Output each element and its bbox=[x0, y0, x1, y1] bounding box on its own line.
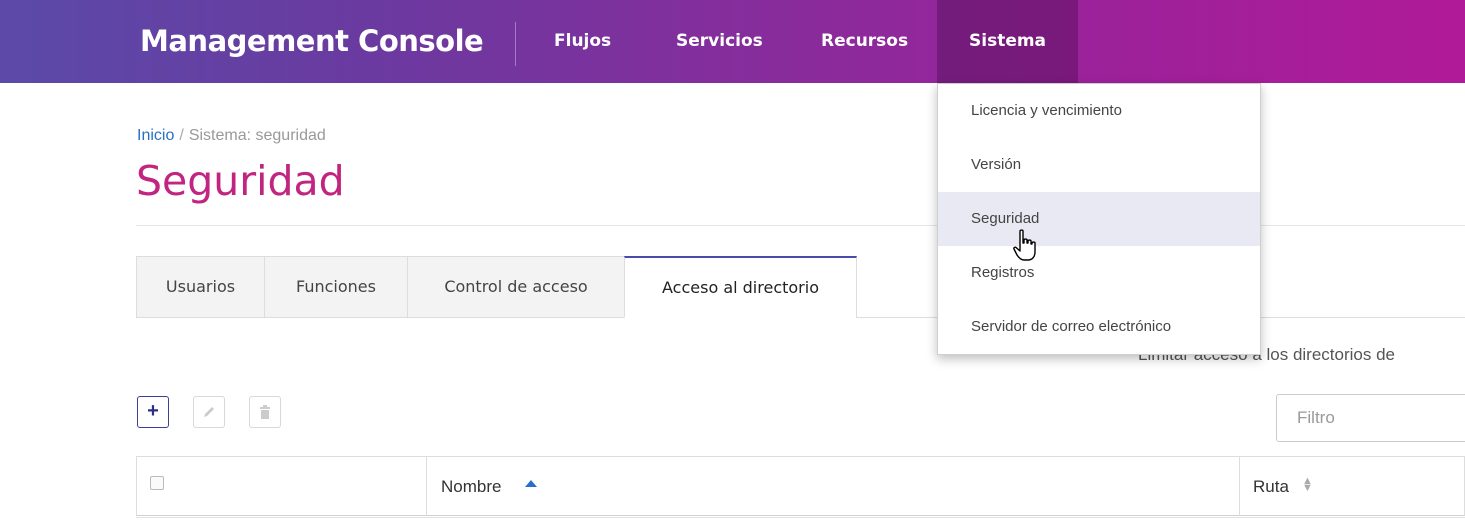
page-title: Seguridad bbox=[136, 157, 345, 205]
title-divider bbox=[136, 225, 1465, 226]
column-divider bbox=[1239, 456, 1240, 516]
trash-icon bbox=[260, 405, 270, 419]
edit-button[interactable] bbox=[193, 396, 225, 428]
column-header-ruta[interactable]: Ruta bbox=[1253, 477, 1289, 497]
menu-item-seguridad[interactable]: Seguridad bbox=[938, 192, 1260, 246]
top-nav-bar: Management Console Flujos Servicios Recu… bbox=[0, 0, 1465, 83]
tab-acceso-directorio[interactable]: Acceso al directorio bbox=[624, 256, 857, 318]
table-row-divider bbox=[136, 517, 1465, 518]
breadcrumb-separator: / bbox=[179, 127, 184, 144]
tab-control-acceso[interactable]: Control de acceso bbox=[407, 256, 625, 318]
brand-divider bbox=[515, 22, 516, 66]
sort-unsorted-icon[interactable]: ▲ ▼ bbox=[1302, 476, 1313, 494]
nav-servicios[interactable]: Servicios bbox=[676, 0, 763, 83]
sort-ascending-icon[interactable] bbox=[525, 480, 537, 487]
pencil-icon bbox=[204, 407, 214, 417]
hand-cursor-icon bbox=[1013, 229, 1036, 261]
tab-usuarios[interactable]: Usuarios bbox=[136, 256, 265, 318]
sistema-dropdown-menu: Licencia y vencimiento Versión Seguridad… bbox=[937, 83, 1261, 355]
column-header-nombre[interactable]: Nombre bbox=[441, 477, 501, 497]
menu-item-version[interactable]: Versión bbox=[938, 138, 1260, 192]
menu-item-servidor-correo[interactable]: Servidor de correo electrónico bbox=[938, 300, 1260, 354]
select-all-checkbox[interactable] bbox=[150, 476, 164, 490]
tab-funciones[interactable]: Funciones bbox=[264, 256, 408, 318]
breadcrumb: Inicio / Sistema: seguridad bbox=[137, 127, 326, 145]
menu-item-registros[interactable]: Registros bbox=[938, 246, 1260, 300]
nav-sistema[interactable]: Sistema bbox=[937, 0, 1079, 83]
nav-recursos[interactable]: Recursos bbox=[821, 0, 908, 83]
brand-title[interactable]: Management Console bbox=[140, 24, 484, 58]
delete-button[interactable] bbox=[249, 396, 281, 428]
breadcrumb-current: Sistema: seguridad bbox=[188, 127, 326, 144]
filter-input[interactable] bbox=[1276, 394, 1465, 442]
nav-flujos[interactable]: Flujos bbox=[554, 0, 611, 83]
menu-item-licencia[interactable]: Licencia y vencimiento bbox=[938, 84, 1260, 138]
column-divider bbox=[426, 456, 427, 516]
breadcrumb-home-link[interactable]: Inicio bbox=[137, 127, 174, 144]
add-button[interactable]: + bbox=[137, 396, 169, 428]
plus-icon: + bbox=[147, 400, 159, 422]
